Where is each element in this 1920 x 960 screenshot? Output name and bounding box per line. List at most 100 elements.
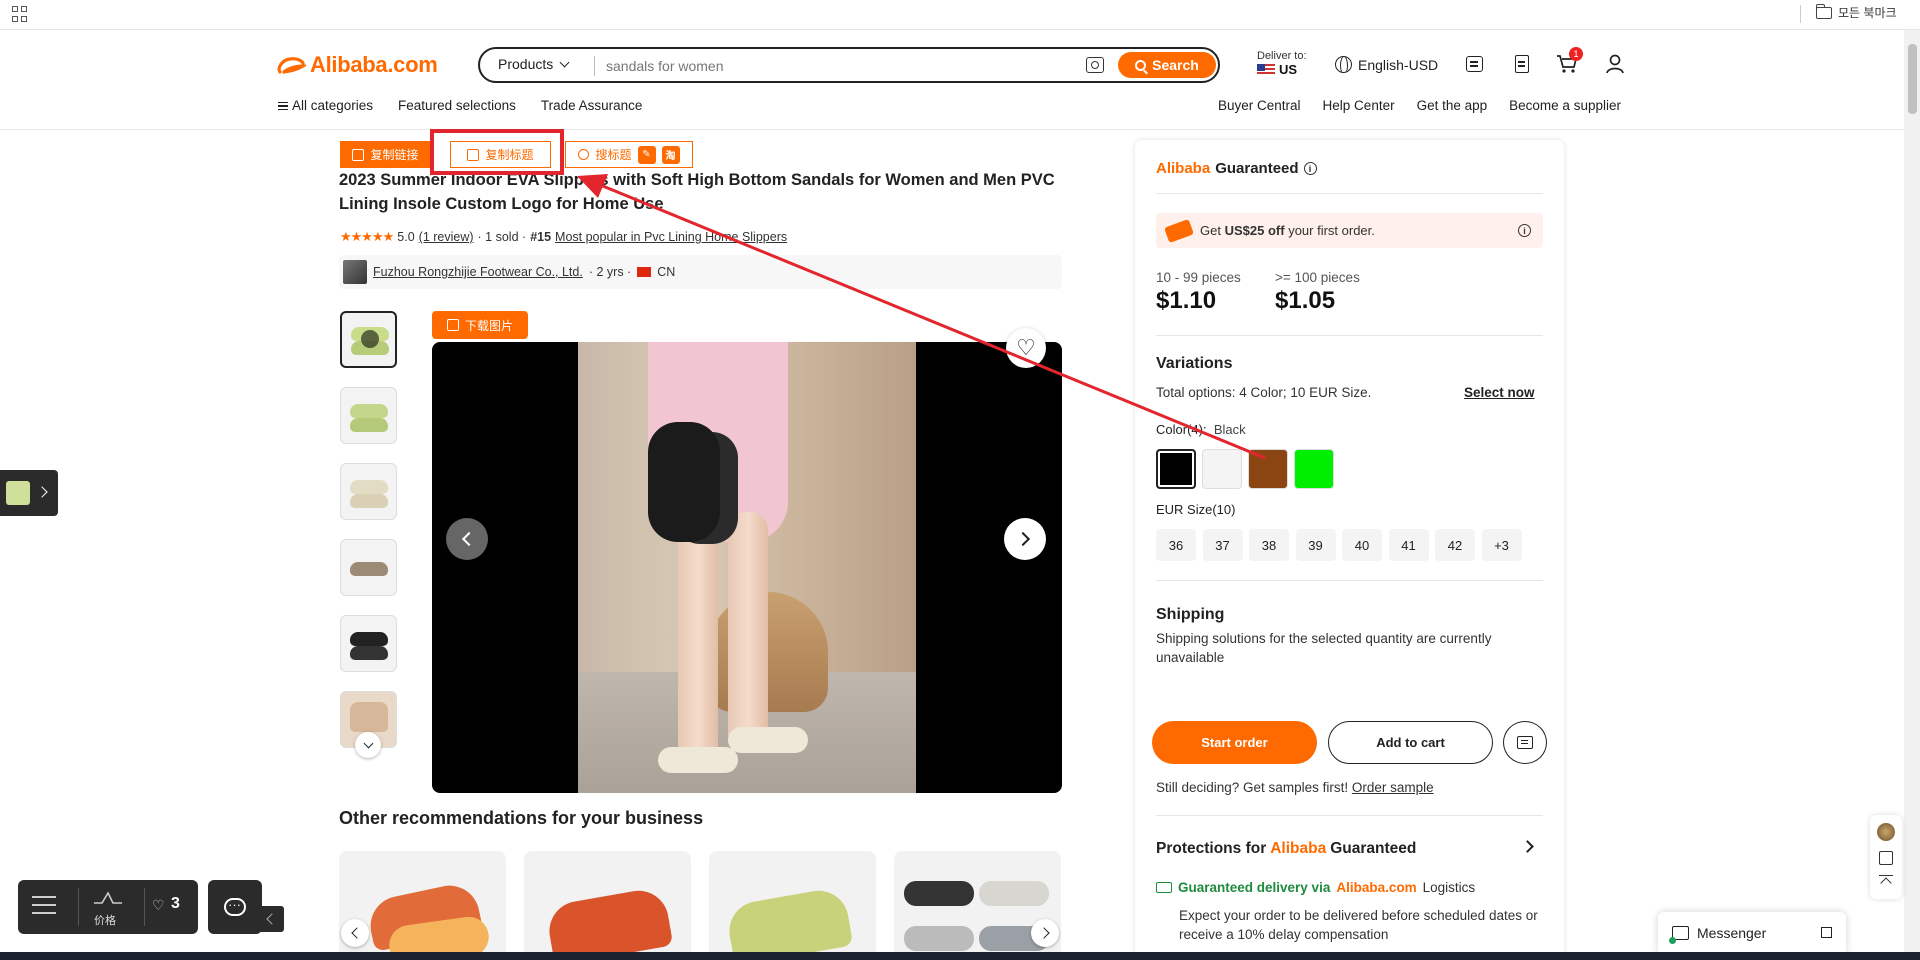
page-scrollbar[interactable]: [1904, 30, 1920, 960]
chat-float-button[interactable]: [208, 880, 262, 934]
gallery-thumb[interactable]: [340, 387, 397, 444]
alibaba-logo[interactable]: Alibaba.com: [276, 50, 438, 80]
orders-icon[interactable]: [1515, 55, 1529, 73]
product-photo: [578, 342, 916, 793]
price-tier-value: $1.10: [1156, 287, 1217, 314]
favorite-button[interactable]: ♡: [1006, 328, 1046, 368]
deliver-to[interactable]: Deliver to: US: [1257, 49, 1307, 77]
gallery-thumb[interactable]: [340, 463, 397, 520]
deliver-to-value: US: [1257, 63, 1307, 77]
color-swatch-white[interactable]: [1202, 449, 1242, 489]
copy-title-button[interactable]: 复制标题: [450, 141, 551, 168]
price-tier-qty: >= 100 pieces: [1275, 270, 1360, 285]
chevron-right-icon: [36, 486, 48, 498]
maximize-icon[interactable]: [1821, 927, 1832, 938]
order-sample-link[interactable]: Order sample: [1352, 780, 1434, 795]
size-option[interactable]: 38: [1249, 529, 1289, 561]
price-trend-icon[interactable]: [93, 890, 123, 906]
nav-all-categories[interactable]: All categories: [278, 98, 373, 113]
chevron-right-icon[interactable]: [1521, 840, 1534, 853]
back-to-top-icon[interactable]: [1879, 875, 1893, 889]
size-option[interactable]: 36: [1156, 529, 1196, 561]
rank-link[interactable]: Most popular in Pvc Lining Home Slippers: [555, 230, 787, 244]
messenger-widget[interactable]: Messenger: [1658, 912, 1846, 954]
chat-button[interactable]: [1503, 721, 1547, 764]
layers-icon[interactable]: [32, 896, 56, 914]
price-tier-value: $1.05: [1275, 287, 1336, 314]
heart-icon[interactable]: ♡: [152, 897, 165, 914]
size-option[interactable]: 37: [1202, 529, 1243, 561]
price-tier: >= 100 pieces $1.05: [1275, 270, 1360, 315]
recommendation-card[interactable]: [524, 851, 691, 960]
nav-become-supplier[interactable]: Become a supplier: [1509, 98, 1621, 113]
recommendations-next-button[interactable]: [1031, 919, 1059, 947]
search-input[interactable]: [606, 55, 1046, 77]
nav-trade-assurance[interactable]: Trade Assurance: [541, 98, 643, 113]
all-bookmarks-button[interactable]: 모든 북마크: [1815, 3, 1897, 21]
nav-featured-selections[interactable]: Featured selections: [398, 98, 516, 113]
download-image-button[interactable]: 下载图片: [432, 311, 528, 339]
slipper-image: [350, 494, 388, 508]
protections-pre: Protections for: [1156, 840, 1267, 857]
nav-buyer-central[interactable]: Buyer Central: [1218, 98, 1301, 113]
logo-text: Alibaba.com: [310, 52, 438, 77]
protections-header[interactable]: Protections for Alibaba Guaranteed: [1156, 840, 1416, 858]
rating-value: 5.0: [397, 230, 415, 244]
select-now-link[interactable]: Select now: [1464, 385, 1535, 400]
left-float-panel[interactable]: [0, 470, 58, 516]
supplier-link[interactable]: Fuzhou Rongzhijie Footwear Co., Ltd.: [373, 265, 583, 279]
color-swatch-brown[interactable]: [1248, 449, 1288, 489]
coupon-banner: Get US$25 off your first order. i: [1156, 213, 1543, 248]
recommendations-title: Other recommendations for your business: [339, 808, 704, 828]
scrollbar-thumb[interactable]: [1908, 44, 1917, 114]
messages-icon[interactable]: [1466, 56, 1483, 72]
divider: [1156, 580, 1543, 581]
gallery-thumb-video[interactable]: [340, 311, 397, 368]
avatar[interactable]: [1877, 823, 1895, 841]
image-prev-button[interactable]: [446, 518, 488, 560]
globe-icon: [1335, 56, 1352, 73]
guaranteed-brand: Alibaba: [1156, 160, 1211, 177]
deliver-to-label: Deliver to:: [1257, 50, 1307, 62]
size-option[interactable]: 40: [1342, 529, 1382, 561]
copy-link-button[interactable]: 复制链接: [340, 141, 431, 168]
size-option[interactable]: +3: [1481, 529, 1522, 561]
image-next-button[interactable]: [1004, 518, 1046, 560]
rank-number: #15: [530, 230, 552, 244]
size-option[interactable]: 42: [1435, 529, 1475, 561]
thumbs-scroll-down-button[interactable]: [355, 732, 381, 758]
color-swatch-green[interactable]: [1294, 449, 1334, 489]
language-selector[interactable]: English-USD: [1335, 56, 1438, 73]
search-title-button[interactable]: 搜标题 ✎ 淘: [565, 141, 693, 168]
color-swatch-black[interactable]: [1156, 449, 1196, 489]
camera-icon[interactable]: [1086, 57, 1104, 73]
edit-icon[interactable]: [1879, 851, 1893, 865]
size-option[interactable]: 41: [1388, 529, 1429, 561]
add-to-cart-button[interactable]: Add to cart: [1328, 721, 1493, 764]
nav-get-the-app[interactable]: Get the app: [1417, 98, 1488, 113]
collapse-tab[interactable]: [258, 906, 284, 932]
apps-grid-icon[interactable]: [12, 6, 28, 22]
menu-icon: [278, 102, 288, 111]
nav-help-center[interactable]: Help Center: [1323, 98, 1395, 113]
main-product-image[interactable]: [432, 342, 1062, 793]
size-option[interactable]: 39: [1295, 529, 1336, 561]
price-label: 价格: [94, 915, 116, 927]
start-order-button[interactable]: Start order: [1152, 721, 1317, 764]
gallery-thumb[interactable]: [340, 539, 397, 596]
divider: [1156, 335, 1543, 336]
gallery-thumb[interactable]: [340, 615, 397, 672]
photo-stool: [708, 592, 828, 712]
info-icon[interactable]: i: [1303, 162, 1317, 175]
bottom-tools-widget: 价格 ♡ 3: [18, 880, 198, 934]
info-icon[interactable]: i: [1518, 224, 1531, 237]
recommendation-card[interactable]: [709, 851, 876, 960]
user-icon[interactable]: [1605, 54, 1625, 74]
recommendations-prev-button[interactable]: [341, 919, 369, 947]
search-title-label: 搜标题: [595, 148, 632, 162]
slipper-image: [544, 886, 674, 960]
search-button[interactable]: Search: [1118, 52, 1216, 78]
search-category-select[interactable]: Products: [498, 56, 570, 72]
reviews-link[interactable]: (1 review): [419, 230, 474, 244]
chevron-down-icon: [559, 57, 570, 67]
